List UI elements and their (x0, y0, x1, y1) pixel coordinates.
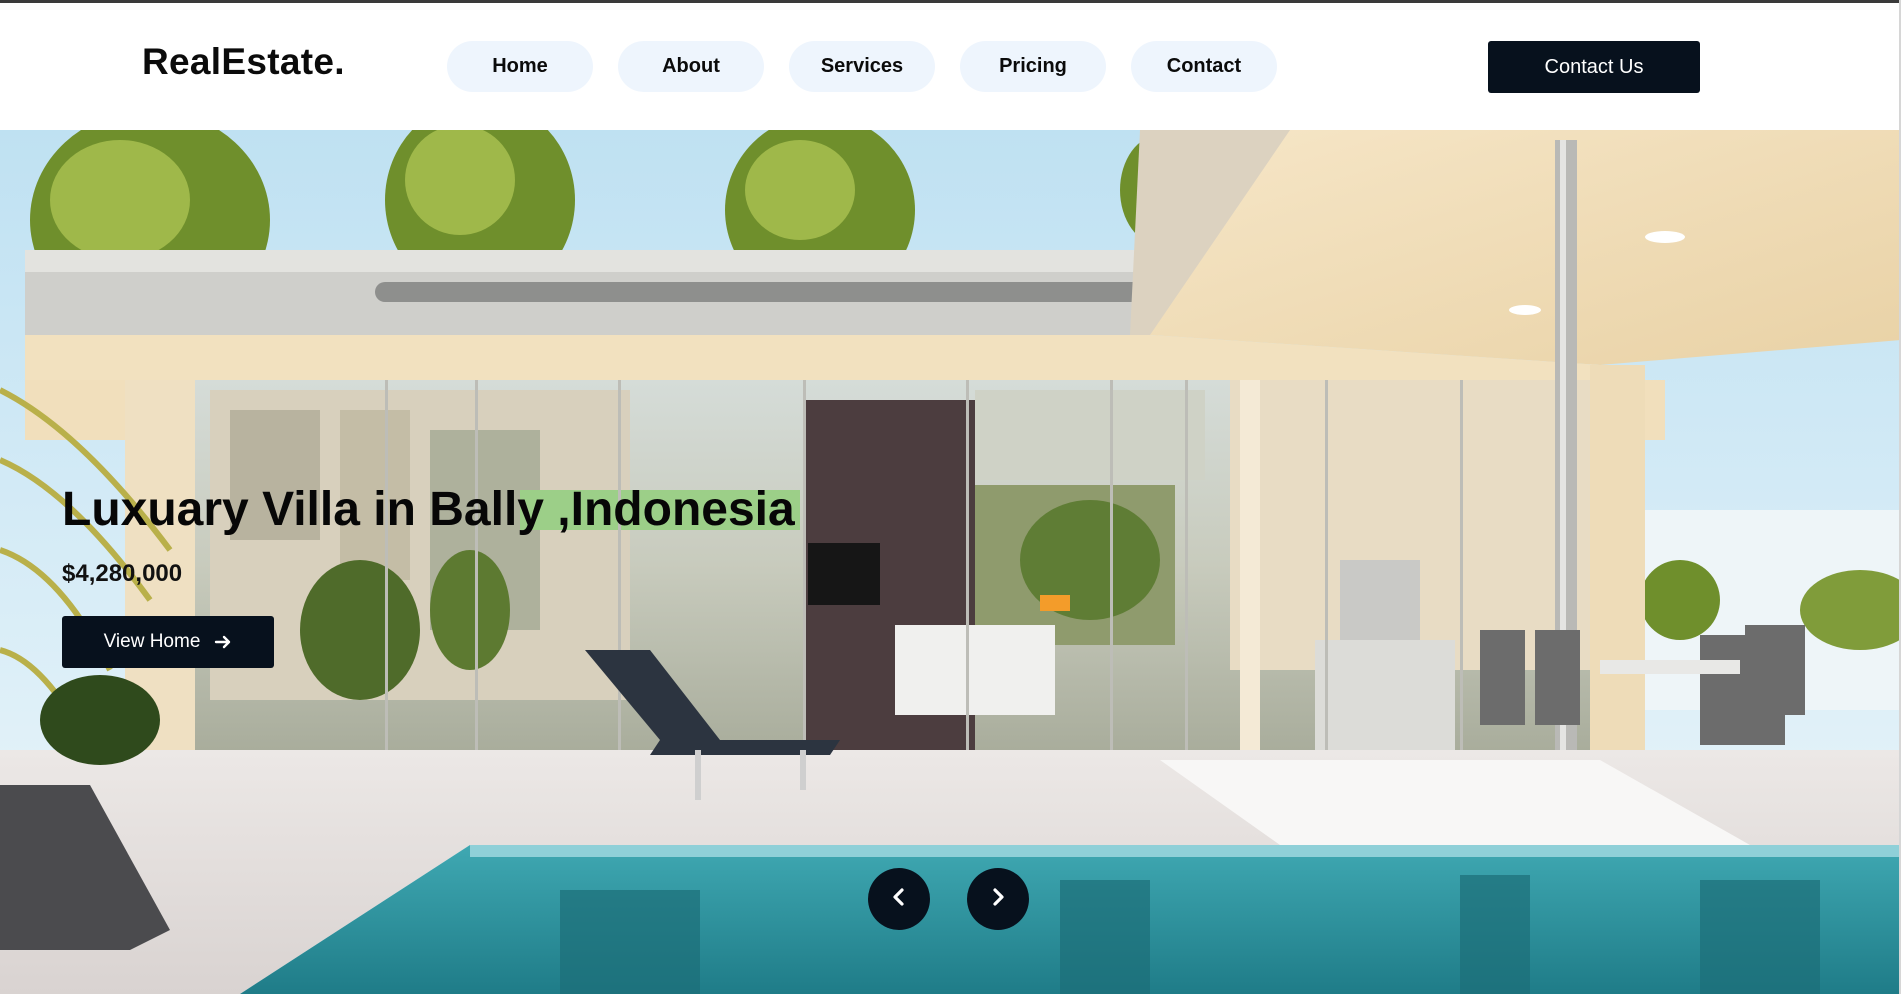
arrow-right-icon (214, 633, 232, 651)
nav-item-pricing[interactable]: Pricing (960, 41, 1106, 92)
nav-item-home[interactable]: Home (447, 41, 593, 92)
site-header: RealEstate. Home About Services Pricing … (0, 3, 1901, 130)
view-home-button[interactable]: View Home (62, 616, 274, 668)
slider-next-button[interactable] (967, 868, 1029, 930)
chevron-right-icon (988, 887, 1008, 912)
page: RealEstate. Home About Services Pricing … (0, 0, 1901, 994)
nav-item-contact[interactable]: Contact (1131, 41, 1277, 92)
site-logo[interactable]: RealEstate. (142, 41, 345, 83)
slider-prev-button[interactable] (868, 868, 930, 930)
hero-image (0, 130, 1901, 994)
view-home-label: View Home (103, 631, 201, 652)
chevron-left-icon (889, 887, 909, 912)
nav-item-services[interactable]: Services (789, 41, 935, 92)
hero-title: Luxuary Villa in Bally ,Indonesia (62, 483, 795, 536)
nav-item-about[interactable]: About (618, 41, 764, 92)
main-nav: Home About Services Pricing Contact (447, 41, 1277, 92)
hero-section: Luxuary Villa in Bally ,Indonesia $4,280… (0, 130, 1901, 994)
contact-us-button[interactable]: Contact Us (1488, 41, 1700, 93)
hero-price: $4,280,000 (62, 560, 183, 587)
